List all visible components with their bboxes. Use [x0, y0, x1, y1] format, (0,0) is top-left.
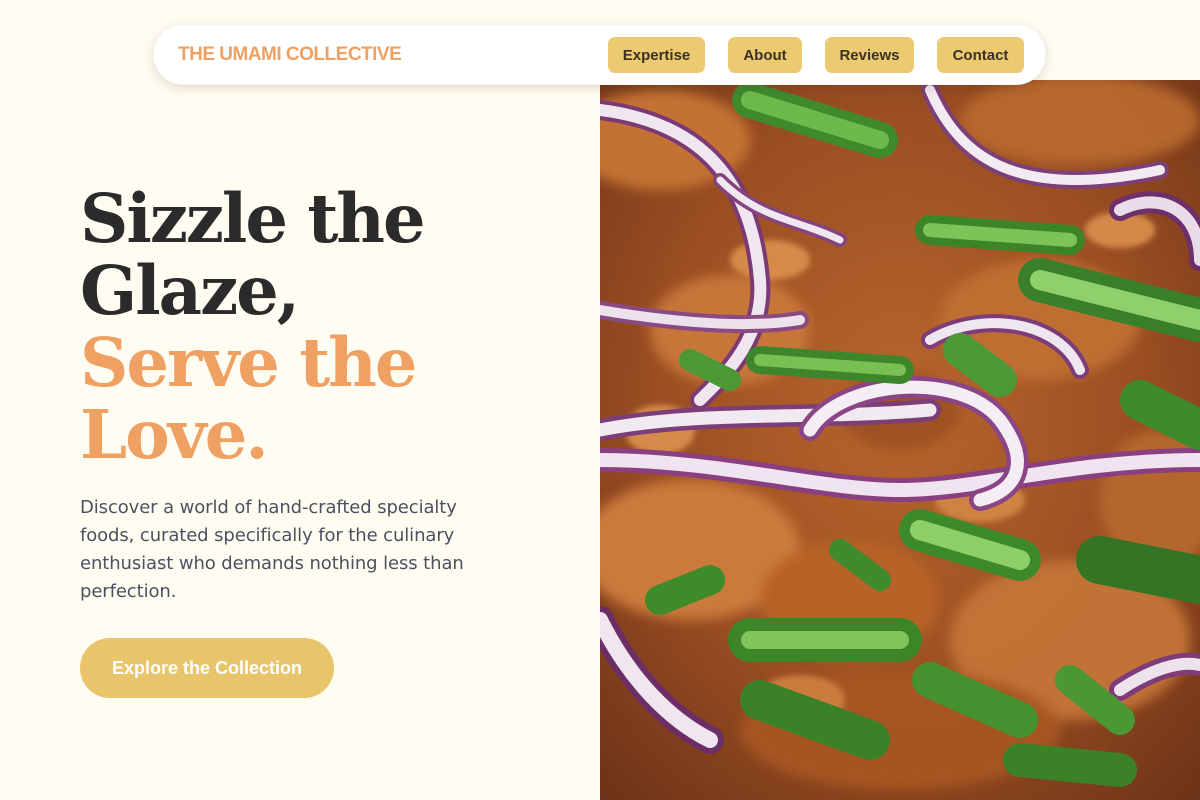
- brand-logo-text[interactable]: THE UMAMI COLLECTIVE: [178, 44, 402, 66]
- top-navigation: THE UMAMI COLLECTIVE Expertise About Rev…: [153, 24, 1046, 85]
- nav-item-about[interactable]: About: [728, 37, 802, 73]
- headline-line-3: Serve the: [80, 323, 417, 402]
- nav-item-reviews[interactable]: Reviews: [825, 37, 914, 73]
- landing-page: THE UMAMI COLLECTIVE Expertise About Rev…: [0, 0, 1200, 800]
- nav-item-expertise[interactable]: Expertise: [608, 37, 705, 73]
- hero-food-image: [600, 80, 1200, 800]
- headline-line-1: Sizzle the: [80, 179, 426, 258]
- headline-line-4: Love.: [80, 395, 269, 474]
- hero-description: Discover a world of hand-crafted special…: [80, 497, 464, 602]
- nav-item-contact[interactable]: Contact: [937, 37, 1024, 73]
- headline-line-2: Glaze,: [80, 251, 300, 330]
- hero-headline: Sizzle the Glaze, Serve the Love.: [80, 183, 560, 471]
- explore-collection-button[interactable]: Explore the Collection: [80, 638, 334, 698]
- food-photo-illustration: [600, 80, 1200, 800]
